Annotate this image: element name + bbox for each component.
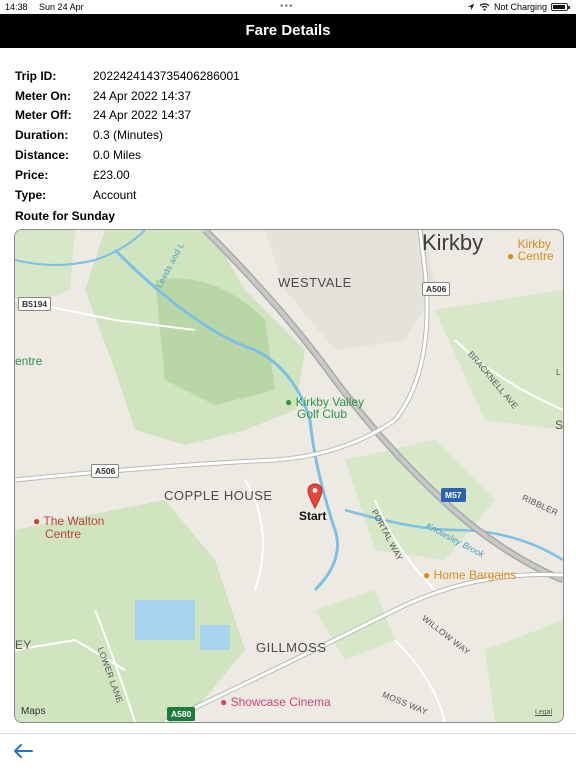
status-time: 14:38 bbox=[5, 2, 28, 12]
detail-row-meter-on: Meter On: 24 Apr 2022 14:37 bbox=[15, 86, 240, 106]
status-left: 14:38 Sun 24 Apr bbox=[5, 0, 93, 14]
road-shield-b5194: B5194 bbox=[18, 297, 52, 311]
bottom-toolbar bbox=[0, 733, 576, 769]
start-pin-icon[interactable] bbox=[307, 483, 323, 509]
map-legal-link[interactable]: Legal bbox=[535, 709, 552, 716]
poi-kirkby-centre-label: Kirkby Centre bbox=[517, 237, 554, 263]
detail-row-distance: Distance: 0.0 Miles bbox=[15, 145, 240, 165]
status-right: Not Charging bbox=[467, 0, 570, 14]
battery-fill bbox=[553, 5, 565, 9]
poi-home-bargains[interactable]: ● Home Bargains bbox=[423, 568, 516, 582]
road-shield-a506-left: A506 bbox=[91, 464, 120, 478]
detail-value: 0.0 Miles bbox=[93, 148, 142, 163]
map-label-westvale: WESTVALE bbox=[278, 275, 352, 290]
multitasking-dots-icon[interactable]: ••• bbox=[280, 0, 294, 14]
location-arrow-icon bbox=[467, 3, 475, 11]
status-bar: 14:38 Sun 24 Apr ••• Not Charging bbox=[0, 0, 576, 14]
shopping-icon: ● bbox=[507, 249, 515, 263]
charging-status: Not Charging bbox=[493, 2, 547, 12]
poi-walton-label-line2: Centre bbox=[45, 527, 82, 541]
fare-details: Trip ID: 2022424143735406286001 Meter On… bbox=[15, 66, 240, 205]
route-map[interactable]: Kirkby WESTVALE COPPLE HOUSE GILLMOSS B5… bbox=[14, 229, 564, 723]
route-title: Route for Sunday bbox=[15, 209, 116, 223]
poi-the-walton-centre[interactable]: ● The Walton Centre bbox=[33, 515, 104, 541]
wifi-icon bbox=[479, 3, 490, 11]
detail-label: Duration: bbox=[15, 128, 69, 143]
map-label-s: S bbox=[555, 418, 564, 432]
poi-showcase-label: Showcase Cinema bbox=[230, 695, 331, 709]
detail-label: Price: bbox=[15, 167, 49, 182]
detail-value: 24 Apr 2022 14:37 bbox=[93, 108, 192, 123]
detail-value: £23.00 bbox=[93, 167, 130, 182]
poi-walton-label-line1: The Walton bbox=[43, 514, 105, 528]
start-label: Start bbox=[299, 509, 327, 523]
shopping-icon: ● bbox=[423, 568, 431, 582]
map-label-copple-house: COPPLE HOUSE bbox=[164, 488, 273, 503]
poi-kirkby-centre[interactable]: ● Kirkby Centre bbox=[507, 238, 558, 262]
hospital-icon: ● bbox=[33, 514, 41, 528]
road-shield-m57: M57 bbox=[441, 488, 466, 502]
detail-row-price: Price: £23.00 bbox=[15, 165, 240, 185]
apple-maps-logo: Maps bbox=[21, 706, 45, 717]
header-bar: Fare Details bbox=[0, 14, 576, 48]
map-label-l: L bbox=[556, 367, 562, 377]
detail-row-type: Type: Account bbox=[15, 185, 240, 205]
detail-value: 24 Apr 2022 14:37 bbox=[93, 88, 192, 103]
poi-golf-label-line2: Golf Club bbox=[297, 407, 348, 421]
battery-icon bbox=[551, 3, 570, 11]
detail-label: Type: bbox=[15, 187, 47, 202]
detail-row-meter-off: Meter Off: 24 Apr 2022 14:37 bbox=[15, 106, 240, 126]
poi-showcase-cinema[interactable]: ● Showcase Cinema bbox=[220, 695, 331, 709]
detail-value: 0.3 (Minutes) bbox=[93, 128, 164, 143]
detail-label: Meter Off: bbox=[15, 108, 72, 123]
maps-logo-text: Maps bbox=[21, 706, 46, 717]
page-title: Fare Details bbox=[245, 22, 331, 39]
road-shield-a580: A580 bbox=[167, 707, 196, 721]
map-label-ey: EY bbox=[15, 638, 32, 652]
detail-label: Distance: bbox=[15, 148, 70, 163]
road-shield-a506-top: A506 bbox=[422, 282, 451, 296]
detail-row-trip-id: Trip ID: 2022424143735406286001 bbox=[15, 66, 240, 86]
map-label-kirkby: Kirkby bbox=[422, 230, 484, 255]
cinema-icon: ● bbox=[220, 695, 228, 709]
status-date: Sun 24 Apr bbox=[39, 2, 84, 12]
detail-label: Meter On: bbox=[15, 88, 72, 103]
detail-value: 2022424143735406286001 bbox=[93, 68, 240, 83]
detail-value: Account bbox=[93, 187, 137, 202]
poi-kirkby-valley-golf-club[interactable]: ● Kirkby Valley Golf Club bbox=[285, 396, 364, 420]
poi-centre-partial: entre bbox=[15, 354, 43, 368]
back-arrow-icon[interactable] bbox=[10, 740, 36, 762]
poi-home-bargains-label: Home Bargains bbox=[433, 568, 517, 582]
detail-label: Trip ID: bbox=[15, 68, 57, 83]
detail-row-duration: Duration: 0.3 (Minutes) bbox=[15, 125, 240, 145]
map-label-gillmoss: GILLMOSS bbox=[256, 640, 327, 655]
